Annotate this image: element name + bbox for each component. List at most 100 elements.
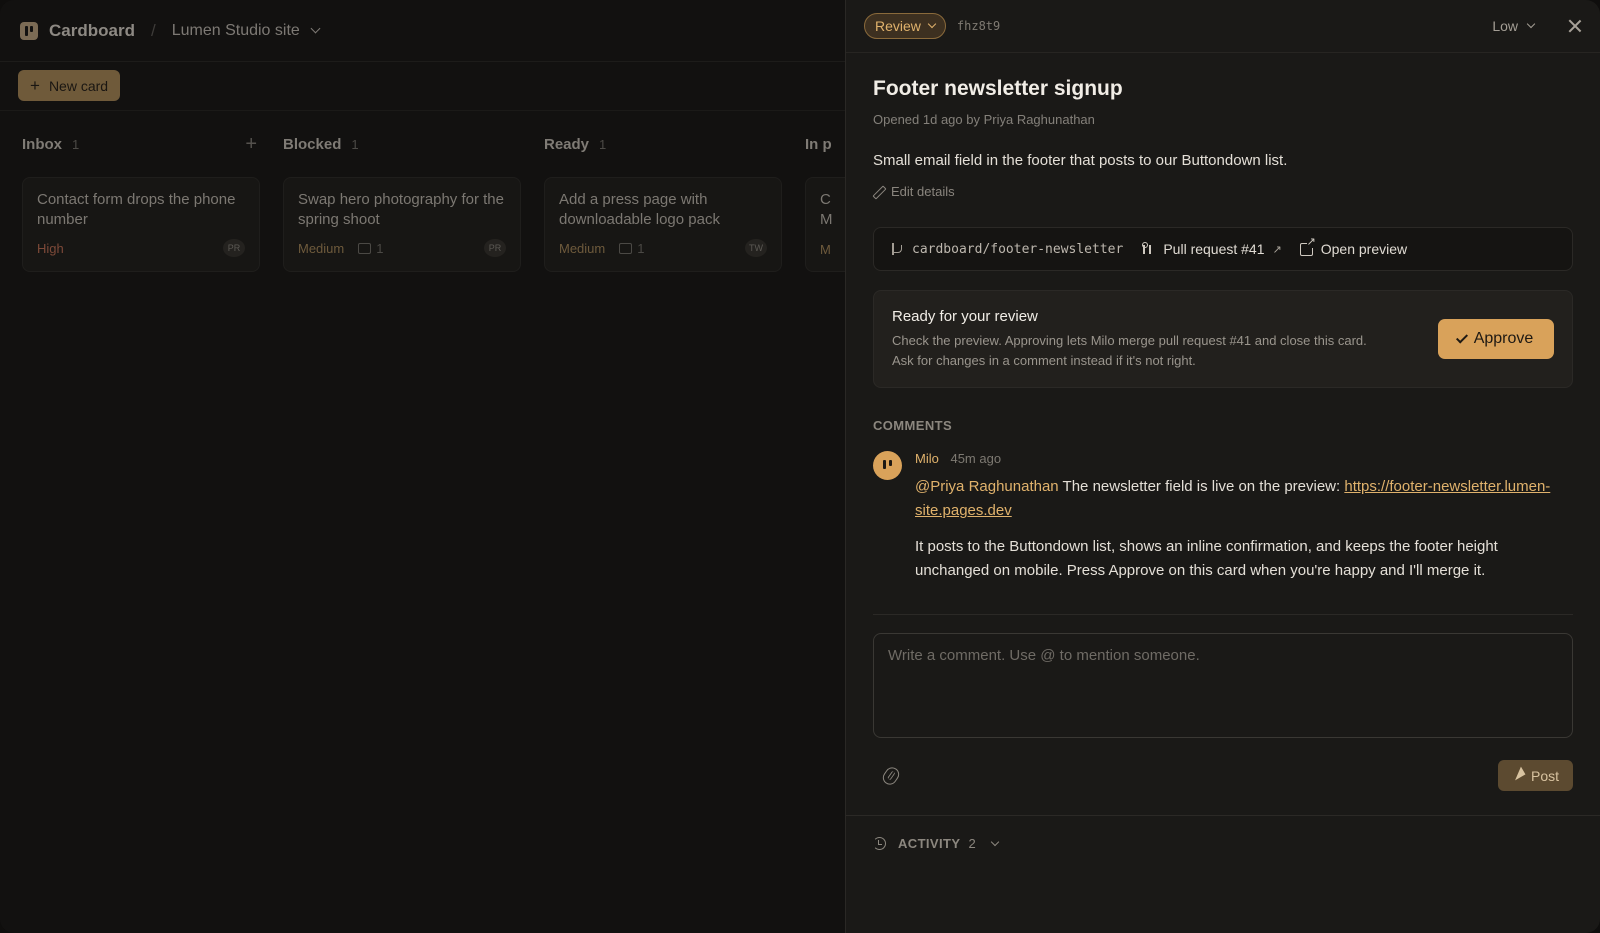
card-title: Swap hero photography for the spring sho… (298, 191, 504, 228)
priority-badge: Medium (559, 240, 606, 256)
review-line: Ask for changes in a comment instead if … (892, 352, 1196, 368)
close-icon[interactable] (1568, 19, 1582, 33)
comment-meta: Milo 45m ago (915, 451, 1573, 466)
approve-label: Approve (1473, 330, 1534, 347)
activity-section: ACTIVITY 2 (846, 815, 1600, 933)
comment-body: Milo 45m ago @Priya Raghunathan The news… (915, 451, 1573, 583)
review-text: Ready for your review Check the preview.… (892, 308, 1438, 371)
priority-dropdown[interactable]: Low (1492, 18, 1536, 34)
chevron-down-icon (927, 19, 937, 29)
project-name: Lumen Studio site (171, 21, 300, 39)
card-id: fhz8t9 (956, 19, 1001, 33)
edit-details-link[interactable]: Edit details (873, 184, 955, 199)
avatar: TW (745, 239, 767, 257)
chevron-down-icon (310, 23, 321, 33)
card[interactable]: Add a press page with downloadable logo … (544, 177, 782, 272)
card-title: Add a press page with downloadable logo … (559, 191, 720, 228)
column-title: Blocked (283, 135, 342, 153)
milo-avatar (873, 451, 902, 480)
column-title: Inbox (22, 135, 62, 153)
card-meta: High PR (37, 239, 245, 257)
avatar: PR (484, 239, 506, 257)
comment-icon (619, 242, 633, 254)
column-blocked: Blocked 1 Swap hero photography for the … (283, 111, 544, 272)
mention[interactable]: @Priya Raghunathan (915, 478, 1059, 495)
status-label: Review (875, 18, 921, 34)
chevron-down-icon (990, 837, 999, 846)
comment: Milo 45m ago @Priya Raghunathan The news… (873, 451, 1573, 583)
cardboard-logo-icon (20, 21, 38, 40)
history-icon (873, 837, 886, 850)
pull-request-icon (1141, 242, 1155, 256)
app-name: Cardboard (49, 20, 135, 40)
app-window: Cardboard / Lumen Studio site + New card… (0, 0, 1600, 933)
add-card-icon[interactable]: + (245, 133, 257, 156)
activity-toggle[interactable]: ACTIVITY 2 (873, 836, 1573, 851)
card-opened-meta: Opened 1d ago by Priya Raghunathan (873, 112, 1095, 127)
card-title-line: C (820, 191, 831, 208)
board-toolbar: + New card (0, 62, 845, 111)
breadcrumb-separator: / (150, 20, 156, 40)
column-ready: Ready 1 Add a press page with downloadab… (544, 111, 805, 272)
top-bar: Cardboard / Lumen Studio site (0, 0, 845, 62)
pull-request-link[interactable]: Pull request #41 ↗ (1141, 241, 1282, 257)
new-card-label: New card (48, 77, 109, 94)
activity-count: 2 (968, 836, 976, 851)
drawer-header: Review fhz8t9 Low (846, 0, 1600, 53)
comment-count: 1 (619, 241, 644, 256)
pencil-icon (873, 186, 884, 197)
card-meta: Medium 1 TW (559, 239, 767, 257)
approve-button[interactable]: Approve (1438, 319, 1554, 359)
card[interactable]: Swap hero photography for the spring sho… (283, 177, 521, 272)
new-card-button[interactable]: + New card (18, 70, 121, 101)
comment-text: The newsletter field is live on the prev… (1058, 478, 1345, 495)
card-title-line: M (820, 211, 833, 228)
divider (873, 614, 1573, 615)
column-header: Inbox 1 + (22, 111, 283, 177)
card-title: Contact form drops the phone number (37, 191, 236, 228)
comment-count-value: 1 (376, 240, 384, 256)
comment-input[interactable] (873, 633, 1573, 738)
pull-request-label: Pull request #41 (1163, 241, 1265, 257)
review-line: Check the preview. Approving lets Milo m… (892, 332, 1367, 348)
review-panel: Ready for your review Check the preview.… (873, 290, 1573, 388)
post-button[interactable]: Post (1498, 760, 1573, 791)
comment-paragraph: @Priya Raghunathan The newsletter field … (915, 475, 1573, 523)
card-description: Small email field in the footer that pos… (873, 152, 1288, 169)
status-dropdown[interactable]: Review (864, 13, 946, 39)
comment-icon (358, 242, 372, 254)
comment-paragraph: It posts to the Buttondown list, shows a… (915, 538, 1498, 579)
review-title: Ready for your review (892, 307, 1038, 325)
send-icon (1510, 766, 1526, 781)
open-preview-link[interactable]: Open preview (1299, 236, 1408, 257)
comment-count: 1 (358, 241, 383, 256)
card-meta: Medium 1 PR (298, 239, 506, 257)
external-link-icon (1299, 236, 1316, 256)
check-icon (1455, 330, 1468, 344)
card[interactable]: Contact form drops the phone number High… (22, 177, 260, 272)
post-label: Post (1530, 767, 1559, 784)
branch-name[interactable]: cardboard/footer-newsletter (890, 242, 1123, 257)
comment-time: 45m ago (950, 451, 1002, 466)
external-arrow-icon: ↗ (1272, 243, 1282, 256)
column-count: 1 (351, 136, 359, 152)
drawer-body: Footer newsletter signup Opened 1d ago b… (846, 77, 1600, 791)
composer-actions: Post (873, 760, 1573, 791)
column-count: 1 (599, 136, 607, 152)
branch-label: cardboard/footer-newsletter (912, 241, 1124, 257)
git-branch-icon (890, 242, 904, 256)
activity-label: ACTIVITY (898, 836, 961, 851)
avatar: PR (223, 239, 245, 257)
plus-icon: + (30, 76, 40, 95)
edit-details-label: Edit details (891, 184, 955, 199)
project-switcher[interactable]: Lumen Studio site (171, 21, 321, 40)
card-title: Footer newsletter signup (873, 77, 1123, 100)
board: Cardboard / Lumen Studio site + New card… (0, 0, 1043, 933)
paperclip-icon[interactable] (880, 764, 902, 787)
comment-author[interactable]: Milo (915, 451, 939, 466)
open-preview-label: Open preview (1320, 241, 1408, 257)
chevron-down-icon (1526, 19, 1536, 29)
column-title: In p (805, 135, 832, 153)
column-header: Ready 1 (544, 111, 805, 177)
column-header: Blocked 1 (283, 111, 544, 177)
